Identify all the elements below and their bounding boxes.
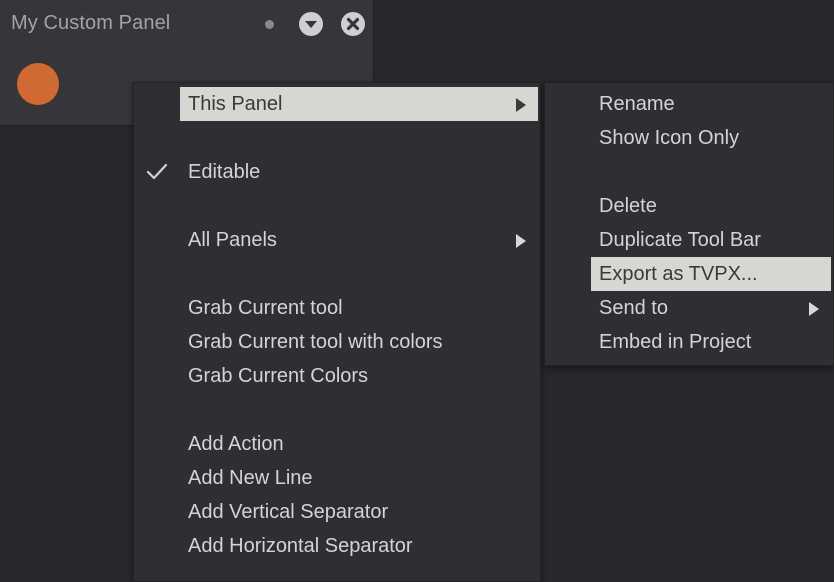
menu-item-all-panels[interactable]: All Panels (180, 223, 538, 257)
collapse-panel-button[interactable] (299, 12, 323, 36)
submenu-item-embed-in-project[interactable]: Embed in Project (591, 325, 831, 359)
menu-item-label: Send to (599, 297, 668, 319)
menu-item-label: Add New Line (188, 467, 313, 489)
submenu-item-duplicate-tool-bar[interactable]: Duplicate Tool Bar (591, 223, 831, 257)
menu-item-grab-current-colors[interactable]: Grab Current Colors (180, 359, 538, 393)
dot-icon[interactable] (265, 20, 274, 29)
menu-item-label: Grab Current tool (188, 297, 343, 319)
submenu-item-export-tvpx[interactable]: Export as TVPX... (591, 257, 831, 291)
menu-item-grab-current-tool[interactable]: Grab Current tool (180, 291, 538, 325)
submenu-item-rename[interactable]: Rename (591, 87, 831, 121)
this-panel-submenu: Rename Show Icon Only Delete Duplicate T… (544, 82, 834, 366)
menu-item-label: Duplicate Tool Bar (599, 229, 761, 251)
menu-item-label: Editable (188, 161, 261, 183)
tool-color-swatch[interactable] (17, 63, 59, 105)
menu-item-label: Grab Current Colors (188, 365, 369, 387)
menu-item-label: This Panel (188, 93, 283, 115)
context-menu: This Panel Editable All Panels Grab Curr… (133, 82, 541, 582)
submenu-item-delete[interactable]: Delete (591, 189, 831, 223)
close-icon (346, 17, 360, 31)
menu-item-add-vertical-separator[interactable]: Add Vertical Separator (180, 495, 538, 529)
menu-item-this-panel[interactable]: This Panel (180, 87, 538, 121)
menu-item-add-horizontal-separator[interactable]: Add Horizontal Separator (180, 529, 538, 563)
menu-item-grab-current-tool-with-colors[interactable]: Grab Current tool with colors (180, 325, 538, 359)
triangle-right-icon (516, 234, 526, 248)
menu-item-label: Grab Current tool with colors (188, 331, 443, 353)
menu-item-label: Delete (599, 195, 657, 217)
close-panel-button[interactable] (341, 12, 365, 36)
menu-item-label: Add Vertical Separator (188, 501, 389, 523)
submenu-item-show-icon-only[interactable]: Show Icon Only (591, 121, 831, 155)
menu-item-editable[interactable]: Editable (180, 155, 538, 189)
menu-item-label: Show Icon Only (599, 127, 740, 149)
panel-title: My Custom Panel (11, 12, 171, 34)
chevron-down-icon (305, 21, 317, 28)
triangle-right-icon (809, 302, 819, 316)
menu-item-label: Add Horizontal Separator (188, 535, 413, 557)
menu-item-add-new-line[interactable]: Add New Line (180, 461, 538, 495)
menu-item-label: Rename (599, 93, 675, 115)
submenu-item-send-to[interactable]: Send to (591, 291, 831, 325)
triangle-right-icon (516, 98, 526, 112)
checkmark-icon (146, 155, 172, 189)
menu-item-label: Export as TVPX... (599, 263, 758, 285)
menu-item-label: Embed in Project (599, 331, 752, 353)
menu-item-add-action[interactable]: Add Action (180, 427, 538, 461)
menu-item-label: Add Action (188, 433, 284, 455)
menu-item-label: All Panels (188, 229, 277, 251)
